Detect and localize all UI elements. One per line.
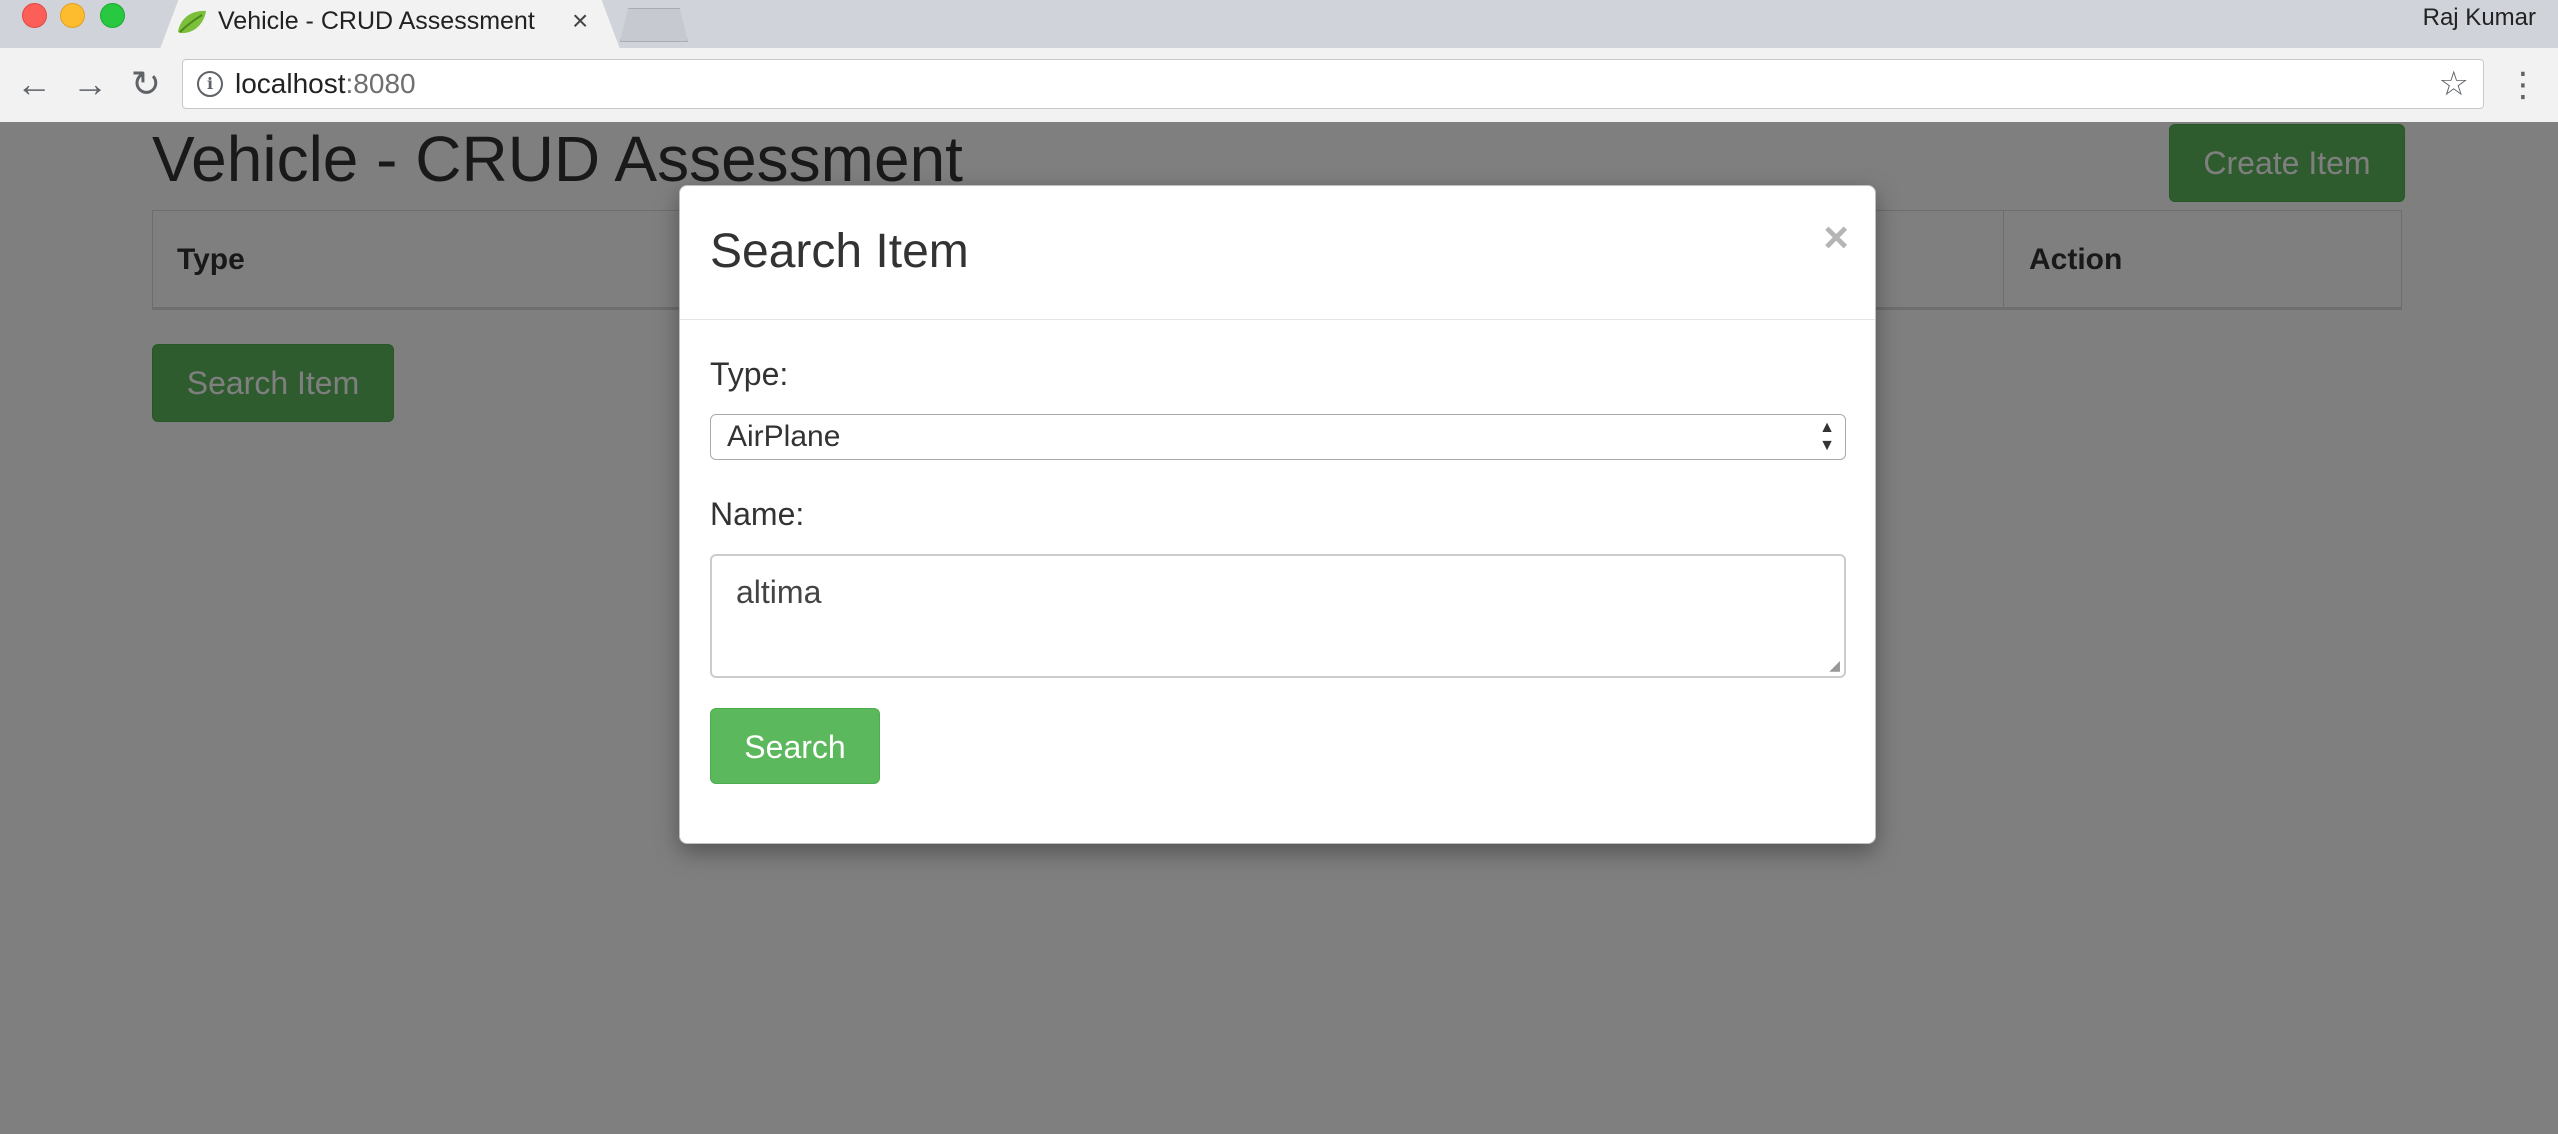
- close-icon[interactable]: ×: [1823, 216, 1849, 260]
- spring-leaf-icon: [178, 10, 206, 34]
- type-select-value: AirPlane: [727, 420, 841, 453]
- window-close-button[interactable]: [22, 3, 47, 28]
- type-select[interactable]: AirPlane ▲ ▼: [710, 414, 1846, 460]
- browser-toolbar: ← → ↻ i localhost:8080 ☆ ⋮: [0, 48, 2558, 123]
- bookmark-star-icon[interactable]: ☆: [2439, 64, 2469, 104]
- url-port: :8080: [345, 68, 416, 99]
- resize-grip-icon[interactable]: ◢: [1829, 657, 1840, 674]
- tab-title: Vehicle - CRUD Assessment: [218, 7, 535, 35]
- reload-icon[interactable]: ↻: [124, 62, 168, 106]
- select-arrows-icon: ▲ ▼: [1819, 419, 1835, 454]
- browser-tabstrip: Vehicle - CRUD Assessment × Raj Kumar: [0, 0, 2558, 49]
- back-arrow-icon[interactable]: ←: [12, 62, 56, 106]
- search-button[interactable]: Search: [710, 708, 880, 784]
- modal-header: Search Item ×: [680, 186, 1875, 320]
- window-minimize-button[interactable]: [60, 3, 85, 28]
- address-bar[interactable]: i localhost:8080 ☆: [182, 59, 2484, 109]
- window-maximize-button[interactable]: [100, 3, 125, 28]
- profile-name[interactable]: Raj Kumar: [2423, 4, 2536, 32]
- type-label: Type:: [710, 356, 789, 392]
- modal-title: Search Item: [710, 225, 969, 278]
- tab-close-icon[interactable]: ×: [572, 5, 588, 37]
- search-item-modal: Search Item × Type: AirPlane ▲ ▼ Name: al…: [679, 185, 1876, 844]
- name-textarea[interactable]: altima ◢: [710, 554, 1846, 678]
- more-menu-icon[interactable]: ⋮: [2506, 65, 2540, 105]
- url-host: localhost: [235, 68, 346, 99]
- url-text: localhost:8080: [235, 68, 416, 100]
- info-icon[interactable]: i: [197, 71, 223, 97]
- forward-arrow-icon[interactable]: →: [68, 62, 112, 106]
- name-textarea-value: altima: [736, 574, 822, 610]
- new-tab-button[interactable]: [620, 8, 688, 42]
- name-label: Name:: [710, 496, 805, 532]
